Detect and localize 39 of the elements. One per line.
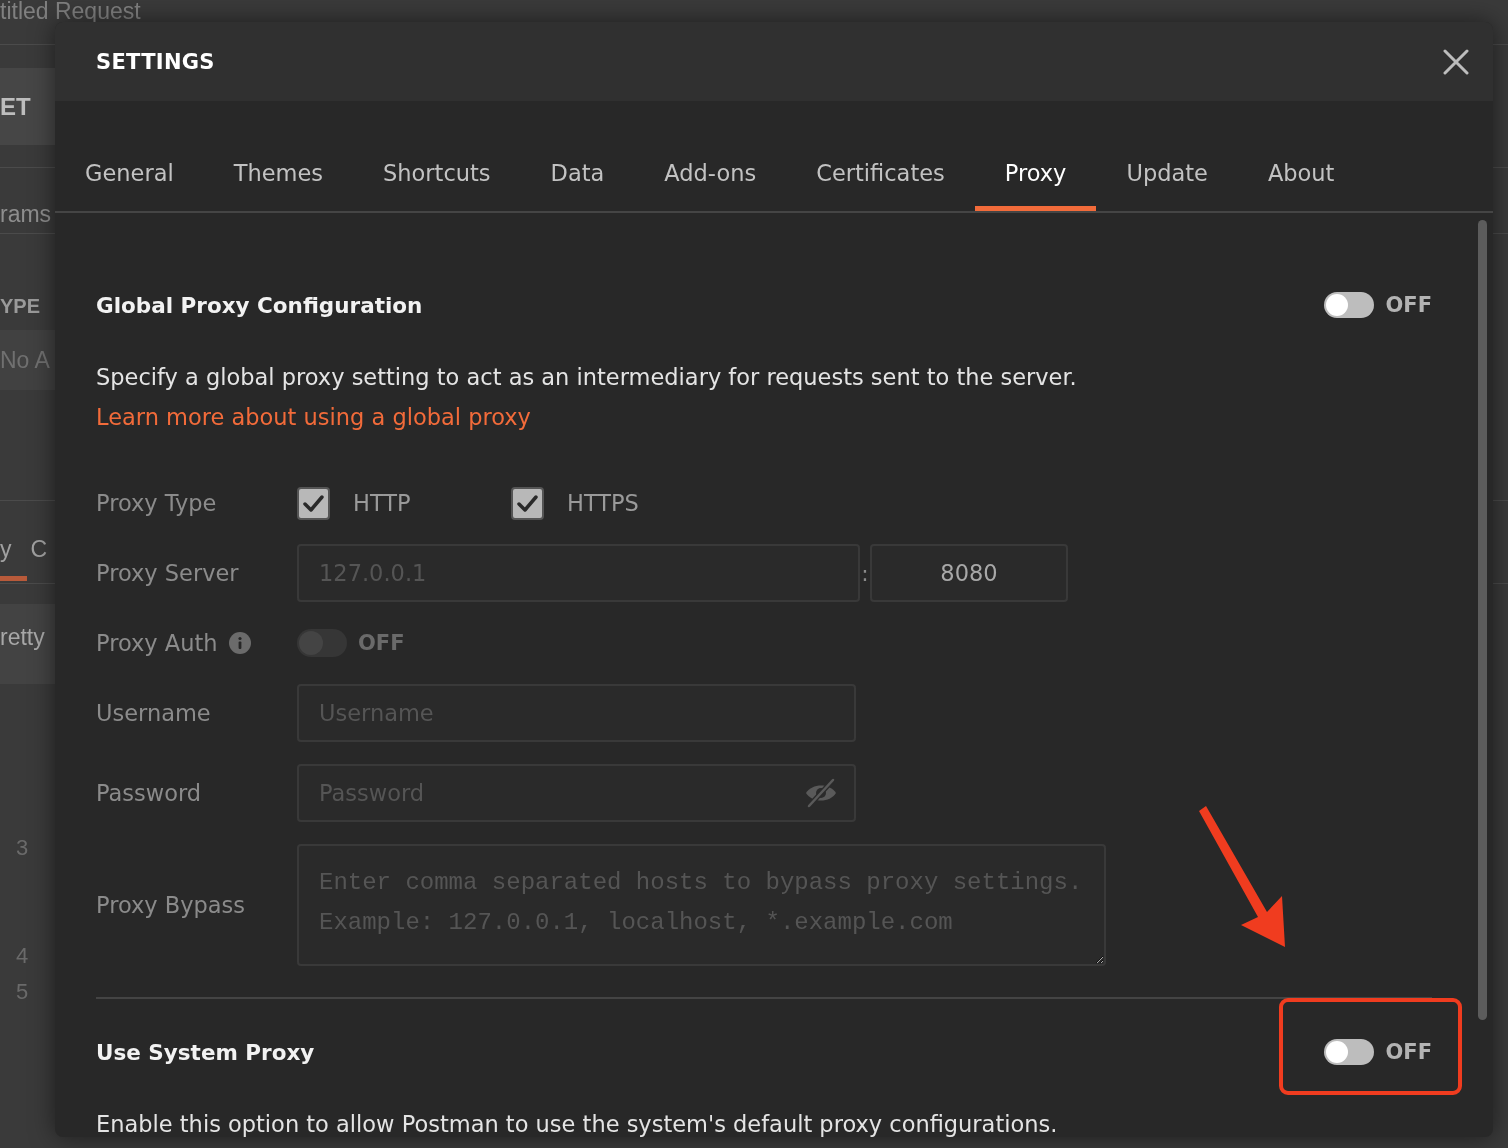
field-label: Username <box>96 700 211 726</box>
toggle-switch[interactable] <box>1324 292 1375 318</box>
field-label: Password <box>96 780 202 806</box>
dialog-title: SETTINGS <box>96 49 215 74</box>
toggle-state-label: OFF <box>1385 1040 1432 1064</box>
checkmark-icon <box>303 494 324 512</box>
settings-tab[interactable]: Update <box>1096 135 1238 211</box>
checkbox[interactable] <box>297 486 330 520</box>
type-label: YPE <box>0 294 41 318</box>
settings-tab[interactable]: Certificates <box>786 135 975 211</box>
settings-tab[interactable]: Shortcuts <box>353 135 521 211</box>
port-separator: : <box>860 560 870 586</box>
settings-tab[interactable]: Data <box>520 135 635 211</box>
scrollbar-thumb[interactable] <box>1478 220 1487 1020</box>
settings-tab[interactable]: General <box>55 135 204 211</box>
request-title: titled Request <box>0 0 141 22</box>
checkbox-label: HTTPS <box>567 490 639 516</box>
field-label: Proxy Auth <box>96 630 218 656</box>
toggle-state-label: OFF <box>358 631 405 655</box>
learn-more-link[interactable]: Learn more about using a global proxy <box>96 397 531 437</box>
checkbox-label: HTTP <box>353 490 411 516</box>
field-label: Proxy Bypass <box>96 892 246 918</box>
checkbox[interactable] <box>511 486 544 520</box>
section-description: Specify a global proxy setting to act as an intermediary for requests sent to the server. <box>96 363 1078 392</box>
section-description: Enable this option to allow Postman to use the system's default proxy configurations. <box>96 1110 1059 1137</box>
field-label: Proxy Type <box>96 490 217 516</box>
port-input[interactable]: 8080 <box>870 544 1068 602</box>
settings-tab[interactable]: About <box>1237 135 1365 211</box>
settings-tab[interactable]: Themes <box>203 135 353 211</box>
toggle-state-label: OFF <box>1385 293 1432 317</box>
field-label: Proxy Server <box>96 560 239 586</box>
checkmark-icon <box>517 494 538 512</box>
section-title: Global Proxy Configuration <box>96 292 423 318</box>
settings-tab[interactable]: Add-ons <box>634 135 787 211</box>
toggle-switch[interactable] <box>1324 1039 1375 1065</box>
settings-tab[interactable]: Proxy <box>974 135 1097 211</box>
info-icon[interactable] <box>228 632 251 654</box>
section-title: Use System Proxy <box>96 1039 315 1065</box>
close-icon[interactable] <box>1443 48 1469 75</box>
